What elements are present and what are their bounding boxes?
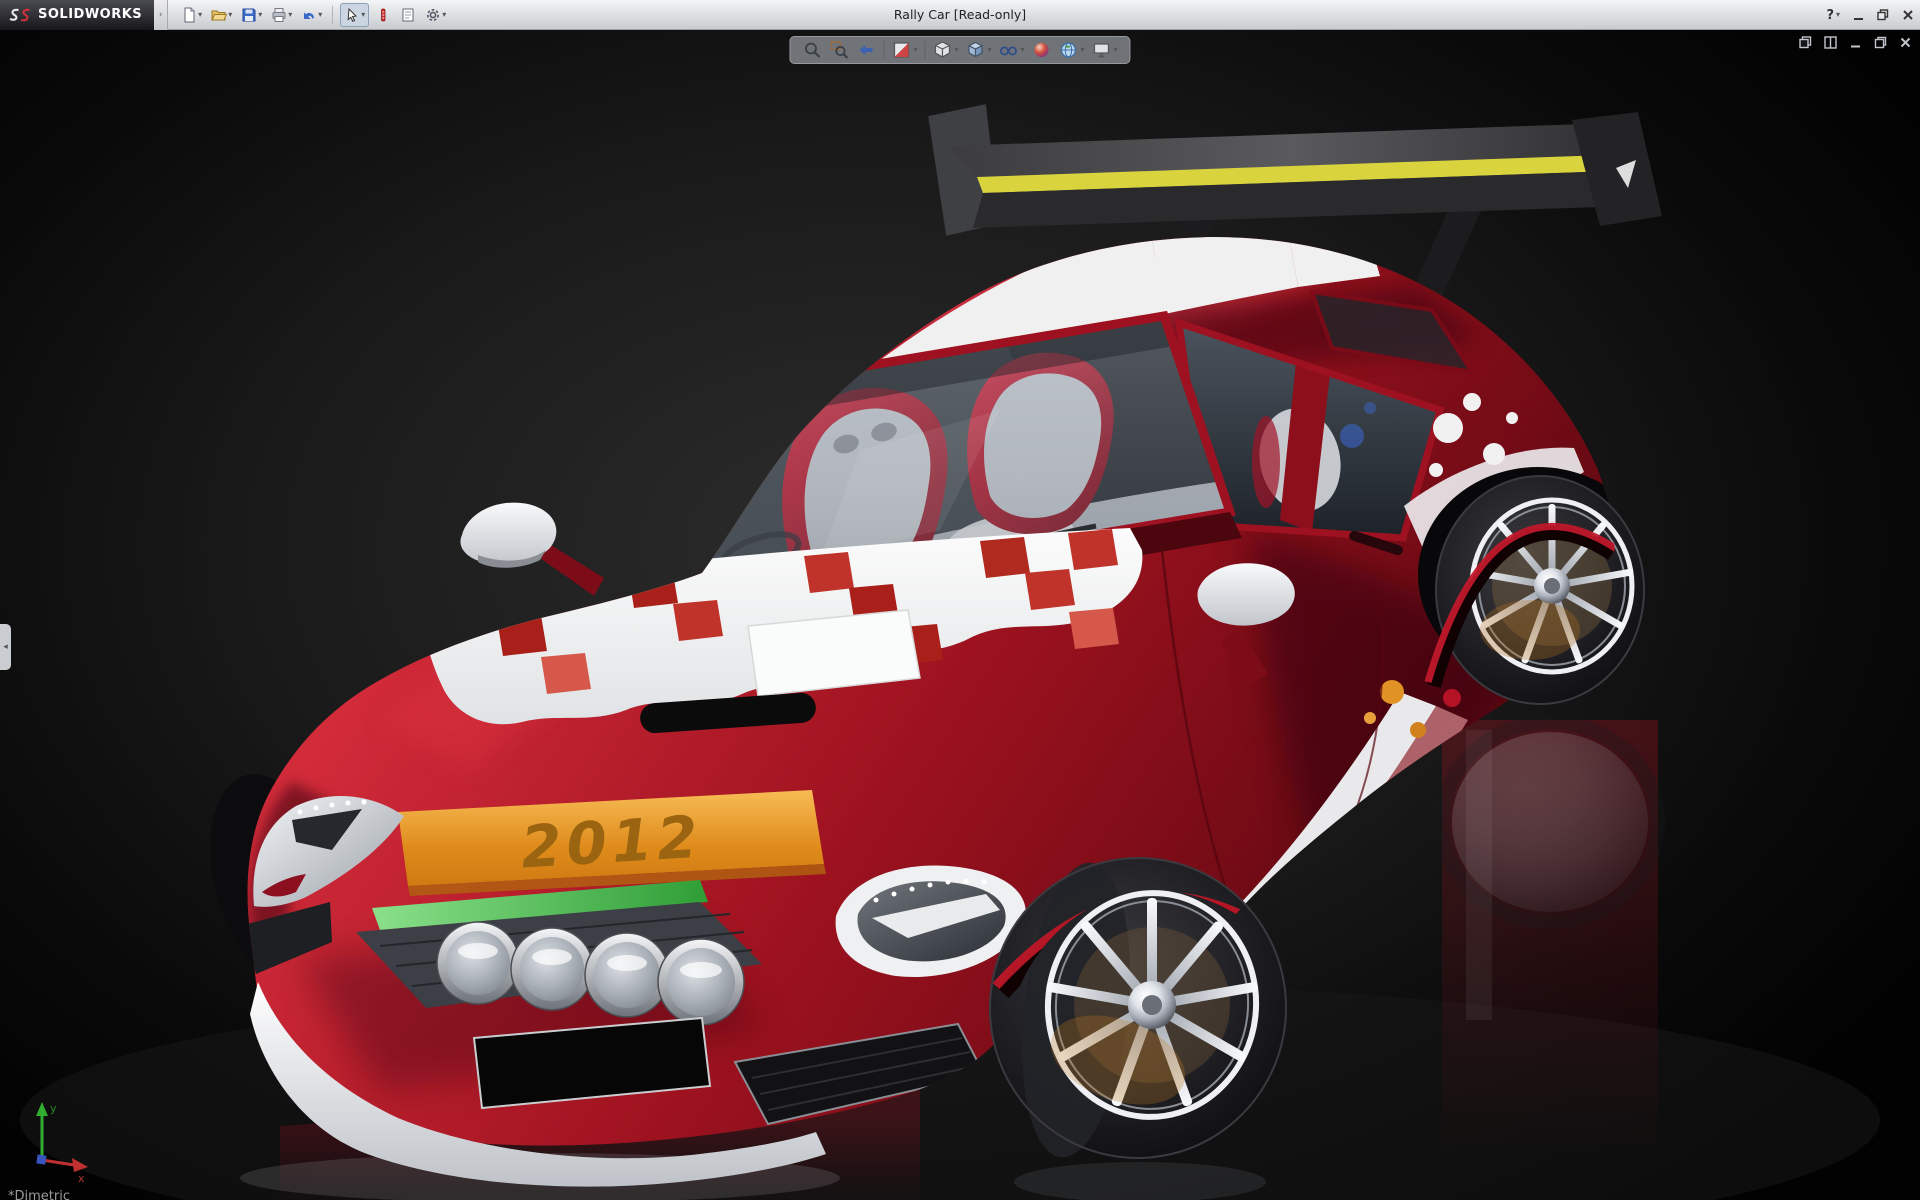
view-settings-button[interactable]: ▾ bbox=[1092, 40, 1118, 60]
z-axis-origin bbox=[36, 1154, 46, 1164]
restore-document-icon[interactable] bbox=[1874, 36, 1887, 49]
view-settings-icon bbox=[1092, 40, 1112, 60]
view-orientation-button[interactable]: ▾ bbox=[932, 40, 958, 60]
ds-logo-icon bbox=[8, 7, 32, 23]
toolbar-separator bbox=[332, 6, 333, 24]
zoom-to-fit-button[interactable] bbox=[802, 40, 822, 60]
x-axis-label: x bbox=[78, 1172, 85, 1185]
zoom-to-area-icon bbox=[829, 40, 849, 60]
scene-globe-icon bbox=[1059, 40, 1079, 60]
save-icon bbox=[241, 7, 257, 23]
close-icon bbox=[1902, 9, 1914, 21]
toolbar-separator bbox=[883, 41, 884, 59]
help-label: ? bbox=[1826, 8, 1834, 23]
minimize-document-icon[interactable] bbox=[1849, 36, 1862, 49]
restore-icon bbox=[1877, 9, 1889, 21]
hide-show-items-button[interactable]: ▾ bbox=[999, 40, 1025, 60]
glasses-icon bbox=[999, 40, 1019, 60]
minimize-icon bbox=[1853, 10, 1864, 21]
previous-view-button[interactable] bbox=[856, 40, 876, 60]
orientation-triad: y x bbox=[12, 1098, 102, 1186]
close-document-icon[interactable] bbox=[1899, 36, 1912, 49]
y-axis-label: y bbox=[50, 1102, 57, 1115]
restore-button[interactable] bbox=[1877, 9, 1889, 21]
measure-button[interactable] bbox=[372, 3, 394, 27]
open-folder-icon bbox=[211, 7, 227, 23]
document-window-controls bbox=[1799, 36, 1912, 49]
options-button[interactable]: ▾ bbox=[422, 3, 449, 27]
standard-toolbar: ▾ ▾ ▾ ▾ ▾ bbox=[168, 3, 449, 27]
print-button[interactable]: ▾ bbox=[268, 3, 295, 27]
view-orientation-label: *Dimetric bbox=[8, 1189, 70, 1200]
toolbar-separator bbox=[924, 41, 925, 59]
graphics-viewport[interactable]: 2012 bbox=[0, 30, 1920, 1200]
undo-icon bbox=[301, 7, 317, 23]
heads-up-toolbar: ▾ ▾ ▾ ▾ bbox=[789, 36, 1130, 64]
display-style-icon bbox=[965, 40, 985, 60]
solidworks-logo: SOLIDWORKS bbox=[0, 0, 154, 30]
view-orientation-cube-icon bbox=[932, 40, 952, 60]
help-button[interactable]: ? ▾ bbox=[1826, 8, 1840, 23]
menu-expand-arrow-icon[interactable]: › bbox=[154, 0, 168, 30]
previous-view-icon bbox=[856, 40, 876, 60]
edit-appearance-button[interactable] bbox=[1032, 40, 1052, 60]
mass-properties-button[interactable] bbox=[397, 3, 419, 27]
new-document-button[interactable]: ▾ bbox=[178, 3, 205, 27]
print-icon bbox=[271, 7, 287, 23]
model-canvas[interactable]: 2012 bbox=[0, 30, 1920, 1200]
app-titlebar: SOLIDWORKS › ▾ ▾ ▾ bbox=[0, 0, 1920, 30]
minimize-button[interactable] bbox=[1853, 10, 1864, 21]
gear-icon bbox=[425, 7, 441, 23]
appearance-ball-icon bbox=[1032, 40, 1052, 60]
close-button[interactable] bbox=[1902, 9, 1914, 21]
panel-collapse-tab[interactable]: ◂ bbox=[0, 624, 11, 670]
display-style-button[interactable]: ▾ bbox=[965, 40, 991, 60]
open-button[interactable]: ▾ bbox=[208, 3, 235, 27]
logo-text: SOLIDWORKS bbox=[38, 7, 142, 22]
cascade-windows-icon[interactable] bbox=[1799, 36, 1812, 49]
y-axis-arrow bbox=[36, 1102, 48, 1116]
undo-button[interactable]: ▾ bbox=[298, 3, 325, 27]
properties-sheet-icon bbox=[400, 7, 416, 23]
window-controls: ? ▾ bbox=[1826, 0, 1914, 30]
hood-number: 2012 bbox=[519, 803, 704, 882]
apply-scene-button[interactable]: ▾ bbox=[1059, 40, 1085, 60]
select-cursor-icon bbox=[344, 7, 360, 23]
mirror-left[interactable] bbox=[460, 503, 604, 596]
section-view-icon bbox=[891, 40, 911, 60]
zoom-to-area-button[interactable] bbox=[829, 40, 849, 60]
zoom-to-fit-icon bbox=[802, 40, 822, 60]
measure-icon bbox=[375, 7, 391, 23]
section-view-button[interactable]: ▾ bbox=[891, 40, 917, 60]
new-document-icon bbox=[181, 7, 197, 23]
tile-windows-icon[interactable] bbox=[1824, 36, 1837, 49]
save-button[interactable]: ▾ bbox=[238, 3, 265, 27]
x-axis-arrow bbox=[72, 1158, 88, 1172]
collapse-arrow-icon: ◂ bbox=[3, 642, 8, 652]
select-button[interactable]: ▾ bbox=[340, 3, 369, 27]
